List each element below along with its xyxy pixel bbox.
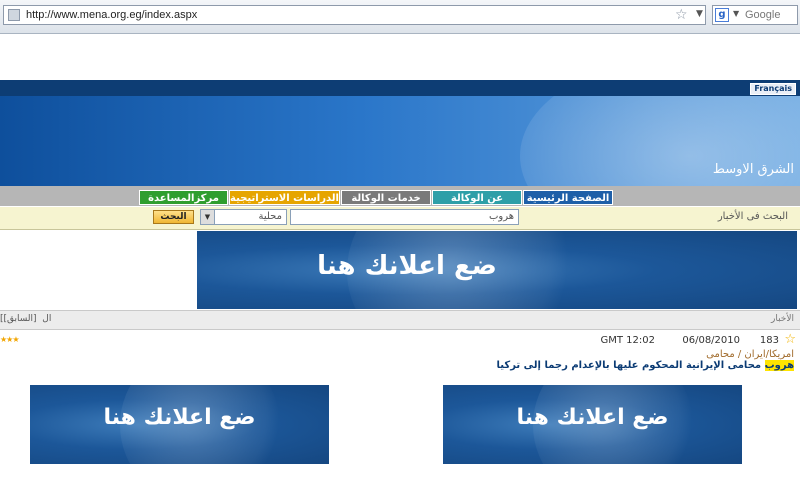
site-banner: الشرق الاوسط: [0, 96, 800, 186]
ad-text: ضع اعلانك هنا: [317, 251, 497, 281]
news-section-header: الأخبار [ال [السابق]: [0, 310, 800, 330]
category-link[interactable]: ايران / محامى: [706, 349, 765, 360]
browser-toolbar: http://www.mena.org.eg/index.aspx ☆ ▼ g …: [0, 0, 800, 34]
search-label: البحث فى الأخبار: [717, 211, 788, 222]
google-icon[interactable]: g: [715, 8, 729, 22]
ad-banner-right[interactable]: ضع اعلانك هنا: [443, 385, 742, 464]
nav-studies[interactable]: الدراسات الاستراتيجية: [229, 190, 340, 205]
news-categories: امريكا/ايران / محامى: [706, 349, 794, 360]
news-section-title: الأخبار: [770, 314, 794, 324]
category-link[interactable]: امريكا: [769, 349, 794, 360]
browser-search-box[interactable]: g ▼ Google: [712, 5, 798, 25]
news-headline[interactable]: هروب محامى الإيرانية المحكوم عليها بالإع…: [497, 360, 794, 371]
top-bar: Français: [0, 80, 800, 96]
nav-help-center[interactable]: مركزالمساعدة: [139, 190, 228, 205]
news-time: GMT 12:02: [600, 335, 655, 346]
star-icon[interactable]: ☆: [675, 7, 688, 23]
prev-link[interactable]: [السابق]: [4, 314, 37, 324]
news-search-bar: البحث فى الأخبار هروب ▼ محلية البحث: [0, 207, 800, 230]
chevron-down-icon[interactable]: ▼: [733, 9, 739, 18]
news-date: 06/08/2010: [682, 335, 740, 346]
news-item: ★★★ ☆ 183 06/08/2010 GMT 12:02 امريكا/اي…: [0, 330, 800, 376]
rating-stars: ★★★: [0, 335, 20, 344]
ad-banner-left[interactable]: ضع اعلانك هنا: [30, 385, 329, 464]
nav-services[interactable]: خدمات الوكالة: [341, 190, 431, 205]
view-count: 183: [759, 335, 779, 346]
search-button[interactable]: البحث: [153, 210, 194, 224]
address-url: http://www.mena.org.eg/index.aspx: [26, 9, 198, 21]
site-title: الشرق الاوسط: [712, 162, 794, 177]
news-pagination: [ال [السابق]: [0, 314, 51, 324]
nav-home[interactable]: الصفحة الرئيسية: [523, 190, 613, 205]
headline-highlight: هروب: [764, 360, 794, 371]
language-link[interactable]: Français: [750, 83, 796, 95]
category-select-value: محلية: [258, 211, 282, 222]
ad-text: ضع اعلانك هنا: [103, 405, 256, 430]
nav-about[interactable]: عن الوكالة: [432, 190, 522, 205]
category-select[interactable]: ▼ محلية: [200, 209, 287, 225]
search-placeholder: Google: [745, 9, 781, 21]
ad-banner-main[interactable]: ضع اعلانك هنا: [197, 231, 797, 309]
address-bar[interactable]: http://www.mena.org.eg/index.aspx ☆ ▼: [3, 5, 706, 25]
star-filled-icon: ★: [12, 335, 19, 344]
chevron-down-icon[interactable]: ▼: [201, 210, 215, 224]
search-input[interactable]: هروب: [290, 209, 519, 225]
page-icon: [8, 9, 20, 21]
dropdown-icon[interactable]: ▼: [696, 9, 703, 19]
headline-text: محامى الإيرانية المحكوم عليها بالإعدام ر…: [496, 360, 765, 371]
ad-text: ضع اعلانك هنا: [516, 405, 669, 430]
star-outline-icon: ☆: [784, 332, 796, 347]
